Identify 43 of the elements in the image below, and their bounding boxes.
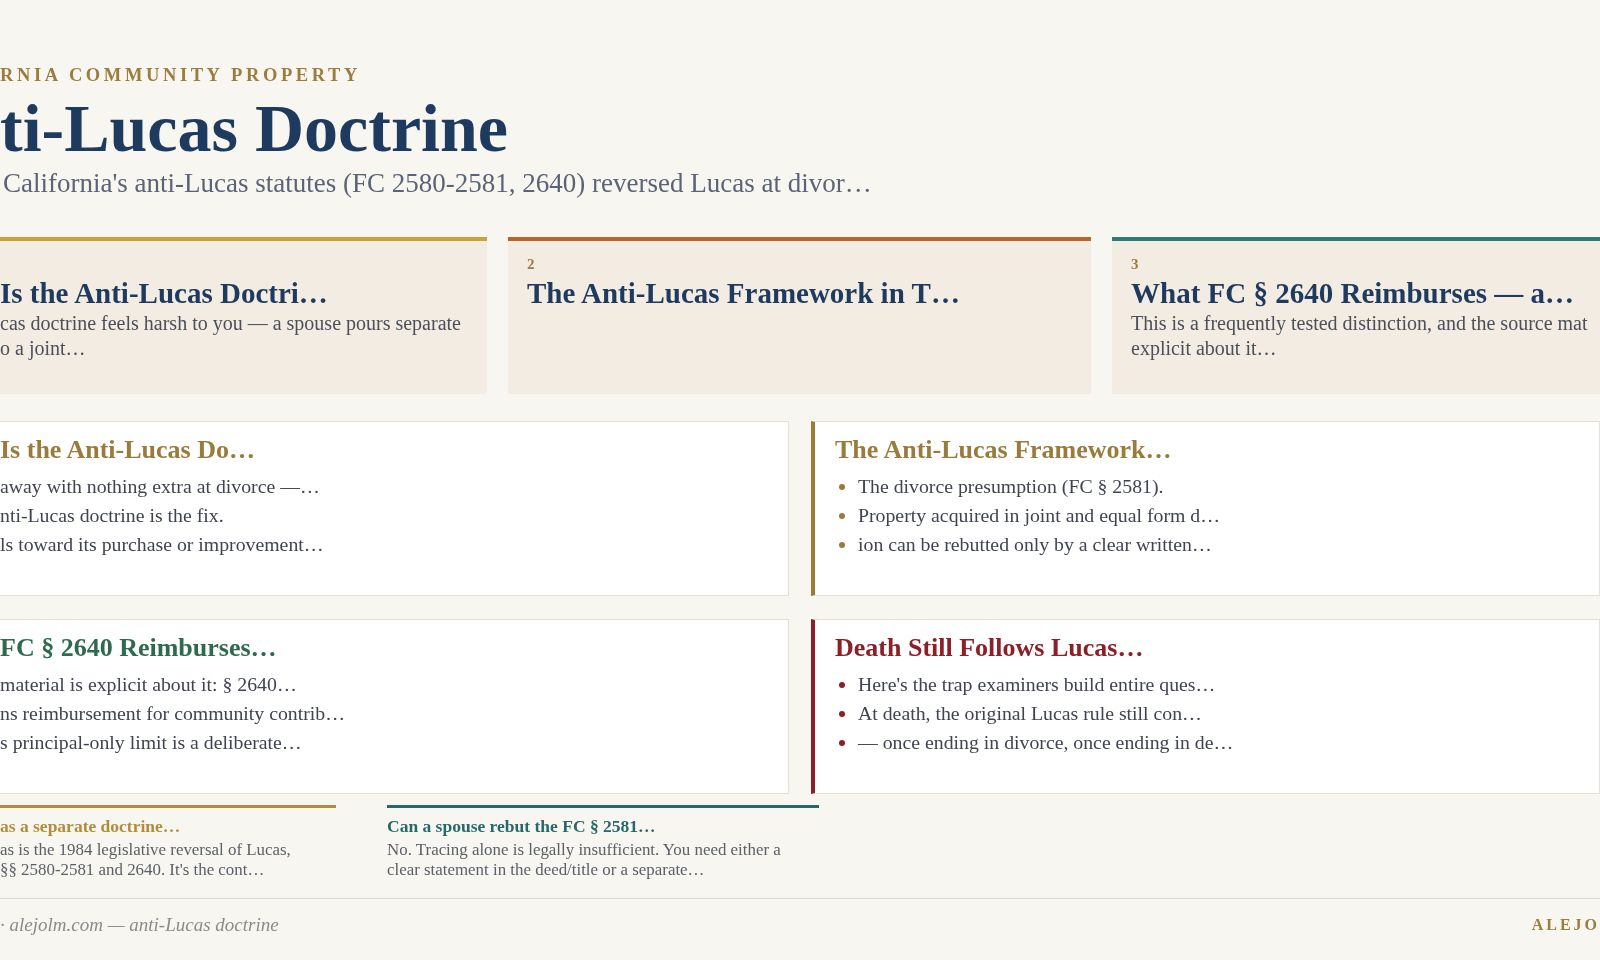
footer-brand: ALEJO [1531, 915, 1600, 935]
list-item: nti-Lucas doctrine is the fix. [0, 503, 224, 528]
faq-question: Can a spouse rebut the FC § 2581… [387, 815, 656, 837]
list-item: away with nothing extra at divorce —… [0, 474, 320, 499]
faq-question: as a separate doctrine… [0, 815, 181, 837]
list-item: — once ending in divorce, once ending in de… [858, 730, 1234, 755]
bullet-icon [839, 681, 845, 688]
list-item: material is explicit about it: § 2640… [0, 672, 297, 697]
page-subtitle: California's anti-Lucas statutes (FC 2580-2581, 2640) reversed Lucas at divor… [3, 167, 872, 199]
faq-answer: No. Tracing alone is legally insufficient. You need either a clear statement in the deed/title or a separate… [387, 840, 781, 880]
list-item: ls toward its purchase or improvement… [0, 532, 324, 557]
bullet-icon [839, 739, 845, 746]
card-number: 2 [527, 256, 535, 272]
list-item: Here's the trap examiners build entire ques… [858, 672, 1216, 697]
card-number: 3 [1131, 256, 1139, 272]
faq-answer: as is the 1984 legislative reversal of Lucas, §§ 2580-2581 and 2640. It's the cont… [0, 840, 291, 880]
section-title: Is the Anti-Lucas Do… [0, 435, 255, 465]
list-item: s principal-only limit is a deliberate… [0, 730, 302, 755]
page-eyebrow: RNIA COMMUNITY PROPERTY [0, 64, 361, 86]
faq-item[interactable]: Can a spouse rebut the FC § 2581… No. Tracing alone is legally insufficient. You need either a clear statement in the deed/title or a separate… [387, 805, 819, 880]
topic-card[interactable]: 3 What FC § 2640 Reimburses — a… This is a frequently tested distinction, and the source mat explicit about it… [1112, 237, 1600, 394]
card-text: This is a frequently tested distinction, and the source mat explicit about it… [1131, 311, 1588, 361]
card-title: The Anti-Lucas Framework in T… [527, 278, 960, 308]
footer-credit: · alejolm.com — anti-Lucas doctrine [0, 914, 279, 936]
card-title: What FC § 2640 Reimburses — a… [1131, 278, 1575, 308]
bullet-icon [839, 512, 845, 519]
card-title: Is the Anti-Lucas Doctri… [0, 278, 328, 308]
topic-card[interactable]: 2 The Anti-Lucas Framework in T… [508, 237, 1091, 394]
list-item: ion can be rebutted only by a clear written… [858, 532, 1212, 557]
list-item: Property acquired in joint and equal form d… [858, 503, 1220, 528]
section-title: Death Still Follows Lucas… [835, 633, 1144, 663]
list-item: ns reimbursement for community contrib… [0, 701, 345, 726]
section-title: FC § 2640 Reimburses… [0, 633, 277, 663]
card-text: cas doctrine feels harsh to you — a spouse pours separate o a joint… [0, 311, 461, 361]
page-title: ti-Lucas Doctrine [0, 93, 508, 163]
bullet-icon [839, 541, 845, 548]
bullet-icon [839, 483, 845, 490]
faq-item[interactable]: as a separate doctrine… as is the 1984 legislative reversal of Lucas, §§ 2580-2581 and 2640. It's the cont… [0, 805, 336, 880]
section-title: The Anti-Lucas Framework… [835, 435, 1172, 465]
list-item: At death, the original Lucas rule still con… [858, 701, 1202, 726]
list-item: The divorce presumption (FC § 2581). [858, 474, 1164, 499]
bullet-icon [839, 710, 845, 717]
topic-card[interactable]: Is the Anti-Lucas Doctri… cas doctrine feels harsh to you — a spouse pours separate o a joint… [0, 237, 487, 394]
